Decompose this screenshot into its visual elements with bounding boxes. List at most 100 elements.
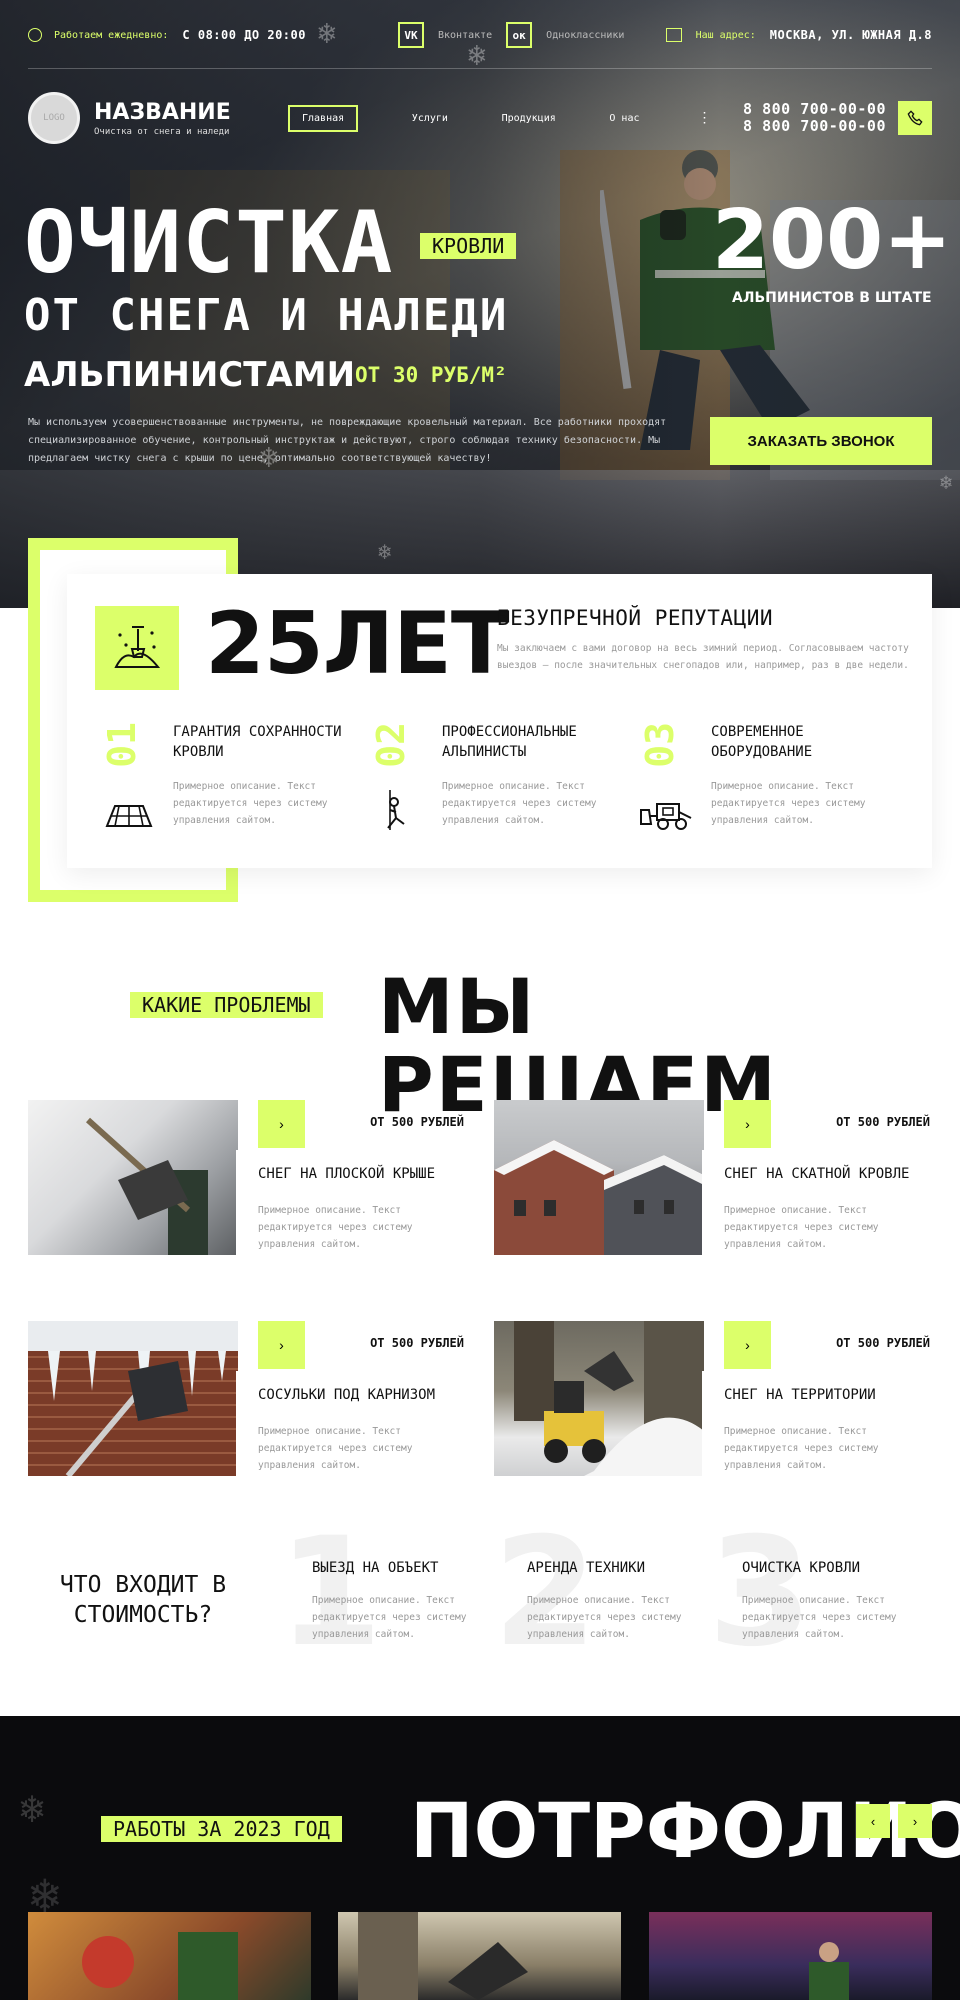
stat-label: АЛЬПИНИСТОВ В ШТАТЕ: [732, 290, 932, 306]
feature-item: 03 СОВРЕМЕННОЕ ОБОРУДОВАНИЕ Примерное оп…: [638, 722, 879, 852]
phone-icon: [907, 110, 923, 126]
portfolio-thumbnail[interactable]: [28, 1912, 311, 2000]
portfolio-thumbnail[interactable]: [649, 1912, 932, 2000]
portfolio-photo: [358, 1912, 528, 2000]
problems-heading: КАКИЕ ПРОБЛЕМЫ МЫ РЕШАЕМ: [130, 968, 850, 1124]
logo[interactable]: LOGO: [28, 92, 80, 144]
feature-description: Примерное описание. Текст редактируется …: [711, 781, 866, 826]
service-title: СОСУЛЬКИ ПОД КАРНИЗОМ: [258, 1387, 436, 1403]
service-price: ОТ 500 РУБЛЕЙ: [370, 1115, 464, 1129]
included-section: ЧТО ВХОДИТ В СТОИМОСТЬ? 1 ВЫЕЗД НА ОБЪЕК…: [28, 1508, 932, 1678]
roof-tiles-icon: [105, 805, 153, 827]
snowflake-icon: ❄: [378, 540, 392, 565]
more-menu-icon[interactable]: ⋮: [698, 110, 712, 126]
step-item: 2 АРЕНДА ТЕХНИКИ Примерное описание. Тек…: [493, 1508, 728, 1678]
service-description: Примерное описание. Текст редактируется …: [258, 1205, 413, 1250]
service-arrow-button[interactable]: ›: [724, 1321, 771, 1369]
icicles-photo: [28, 1321, 238, 1476]
call-button[interactable]: [898, 101, 932, 135]
feature-description: Примерное описание. Текст редактируется …: [173, 781, 328, 826]
years-value: 25ЛЕТ: [205, 594, 510, 694]
odnoklassniki-icon[interactable]: ок: [506, 22, 533, 48]
snow-plow-icon: [640, 803, 692, 830]
hero-title-tag: КРОВЛИ: [420, 233, 517, 259]
nav-item-home[interactable]: Главная: [288, 104, 359, 132]
shovel-photo: [85, 1117, 208, 1255]
feature-number: 02: [369, 722, 413, 768]
phones: 8 800 700-00-00 8 800 700-00-00: [743, 101, 886, 135]
service-description: Примерное описание. Текст редактируется …: [724, 1426, 879, 1471]
order-call-button[interactable]: ЗАКАЗАТЬ ЗВОНОК: [710, 417, 932, 465]
hours-value: С 08:00 ДО 20:00: [182, 28, 306, 42]
service-card[interactable]: › ОТ 500 РУБЛЕЙ СОСУЛЬКИ ПОД КАРНИЗОМ Пр…: [28, 1321, 464, 1477]
service-card[interactable]: › ОТ 500 РУБЛЕЙ СНЕГ НА ТЕРРИТОРИИ Приме…: [494, 1321, 930, 1477]
phone-number[interactable]: 8 800 700-00-00: [743, 101, 886, 118]
portfolio-photo: [82, 1932, 238, 2000]
hero-title-line-3: АЛЬПИНИСТАМИ: [24, 355, 356, 395]
hero-price: ОТ 30 РУБ/М²: [355, 363, 507, 387]
included-question: ЧТО ВХОДИТ В СТОИМОСТЬ?: [59, 1572, 227, 1628]
building-icon: [665, 28, 682, 42]
service-card[interactable]: › ОТ 500 РУБЛЕЙ СНЕГ НА СКАТНОЙ КРОВЛЕ П…: [494, 1100, 930, 1256]
address-label: Наш адрес:: [695, 29, 756, 41]
prev-arrow-button[interactable]: ‹: [856, 1804, 890, 1838]
hero-title-line-2: ОТ СНЕГА И НАЛЕДИ: [24, 290, 509, 341]
portfolio-thumbnail[interactable]: [338, 1912, 621, 2000]
step-description: Примерное описание. Текст редактируется …: [312, 1595, 467, 1640]
next-arrow-button[interactable]: ›: [898, 1804, 932, 1838]
vk-icon[interactable]: VK: [397, 22, 424, 48]
step-item: 3 ОЧИСТКА КРОВЛИ Примерное описание. Тек…: [708, 1508, 943, 1678]
service-arrow-button[interactable]: ›: [258, 1100, 305, 1148]
nav-item-services[interactable]: Услуги: [412, 113, 448, 124]
service-title: СНЕГ НА ТЕРРИТОРИИ: [724, 1387, 876, 1403]
nav-item-about[interactable]: О нас: [609, 113, 639, 124]
step-title: ОЧИСТКА КРОВЛИ: [742, 1560, 861, 1576]
vk-link[interactable]: Вконтакте: [438, 30, 492, 41]
phone-number[interactable]: 8 800 700-00-00: [743, 118, 886, 135]
feature-number: 03: [638, 722, 682, 768]
feature-item: 02 ПРОФЕССИОНАЛЬНЫЕ АЛЬПИНИСТЫ Примерное…: [369, 722, 610, 852]
climber-icon: [387, 790, 405, 830]
stat-value: 200+: [712, 193, 952, 288]
top-bar: Работаем ежедневно: С 08:00 ДО 20:00 VK …: [28, 18, 932, 52]
main-nav: Главная Услуги Продукция О нас: [288, 104, 684, 132]
service-title: СНЕГ НА СКАТНОЙ КРОВЛЕ: [724, 1166, 910, 1182]
feature-item: 01 ГАРАНТИЯ СОХРАННОСТИ КРОВЛИ Примерное…: [100, 722, 342, 852]
nav-item-products[interactable]: Продукция: [502, 113, 556, 124]
step-title: АРЕНДА ТЕХНИКИ: [527, 1560, 646, 1576]
service-price: ОТ 500 РУБЛЕЙ: [836, 1336, 930, 1350]
service-photo-flat-roof: [28, 1100, 238, 1255]
portfolio-section: ❄ ❄ РАБОТЫ ЗА 2023 ГОД ПОТРФОЛИО ‹ ›: [0, 1716, 960, 2000]
reputation-description: Мы заключаем с вами договор на весь зимн…: [497, 643, 909, 671]
brand-tagline: Очистка от снега и наледи: [94, 126, 230, 137]
reputation-title: БЕЗУПРЕЧНОЙ РЕПУТАЦИИ: [497, 606, 774, 630]
snowflake-icon: ❄: [940, 470, 953, 494]
loader-photo: [514, 1321, 704, 1476]
brand: НАЗВАНИЕ Очистка от снега и наледи: [94, 100, 266, 137]
service-card[interactable]: › ОТ 500 РУБЛЕЙ СНЕГ НА ПЛОСКОЙ КРЫШЕ Пр…: [28, 1100, 464, 1256]
feature-title: ПРОФЕССИОНАЛЬНЫЕ АЛЬПИНИСТЫ: [442, 724, 577, 760]
odnoklassniki-link[interactable]: Одноклассники: [546, 30, 624, 41]
roofs-photo: [494, 1140, 704, 1255]
service-photo-pitched-roof: [494, 1100, 704, 1255]
service-arrow-button[interactable]: ›: [724, 1100, 771, 1148]
snowflake-icon: ❄: [20, 1786, 45, 1832]
service-photo-territory: [494, 1321, 704, 1476]
hero-section: ❄ ❄ ❄ ❄ ❄ Работаем ежедневно: С 08:00 ДО…: [0, 0, 960, 608]
service-arrow-button[interactable]: ›: [258, 1321, 305, 1369]
feature-title: СОВРЕМЕННОЕ ОБОРУДОВАНИЕ: [711, 724, 813, 760]
step-title: ВЫЕЗД НА ОБЪЕКТ: [312, 1560, 439, 1576]
shovel-illustration: [114, 626, 161, 668]
service-price: ОТ 500 РУБЛЕЙ: [370, 1336, 464, 1350]
site-header: LOGO НАЗВАНИЕ Очистка от снега и наледи …: [28, 90, 932, 146]
service-description: Примерное описание. Текст редактируется …: [724, 1205, 879, 1250]
feature-description: Примерное описание. Текст редактируется …: [442, 781, 597, 826]
portfolio-photo: [809, 1942, 849, 2000]
feature-number: 01: [100, 722, 144, 768]
hours-label: Работаем ежедневно:: [54, 29, 169, 41]
step-description: Примерное описание. Текст редактируется …: [527, 1595, 682, 1640]
step-description: Примерное описание. Текст редактируется …: [742, 1595, 897, 1640]
divider: [28, 68, 932, 69]
service-description: Примерное описание. Текст редактируется …: [258, 1426, 413, 1471]
problems-tag: КАКИЕ ПРОБЛЕМЫ: [130, 992, 323, 1018]
